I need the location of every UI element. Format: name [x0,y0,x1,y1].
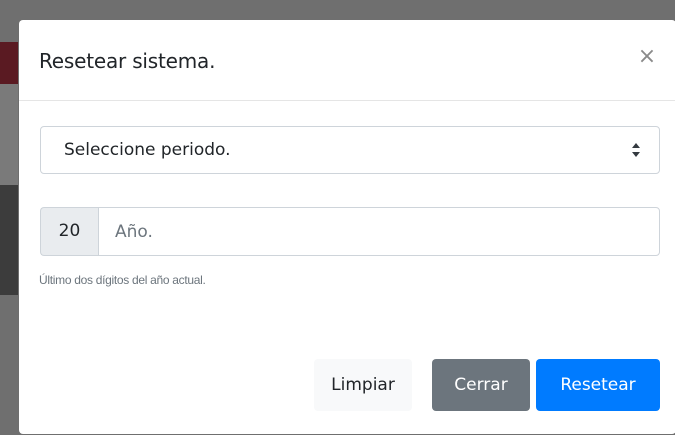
year-prefix: 20 [40,207,98,256]
modal-title: Resetear sistema. [39,49,216,73]
period-select[interactable]: Seleccione periodo. [40,126,660,174]
background-page-fragment [0,84,18,185]
close-button[interactable]: Cerrar [432,359,530,411]
year-help-text: Último dos dígitos del año actual. [39,273,206,287]
year-input[interactable] [98,207,660,256]
year-input-group: 20 [40,207,660,256]
clear-button[interactable]: Limpiar [314,359,412,411]
reset-system-modal: Resetear sistema. × Seleccione periodo. … [19,20,675,434]
sort-arrows-icon [632,143,640,157]
reset-button[interactable]: Resetear [536,359,660,411]
background-page-fragment [0,42,18,84]
period-select-value: Seleccione periodo. [64,140,231,160]
background-page-fragment [0,185,18,295]
modal-header: Resetear sistema. × [19,20,675,101]
close-icon[interactable]: × [635,45,659,69]
